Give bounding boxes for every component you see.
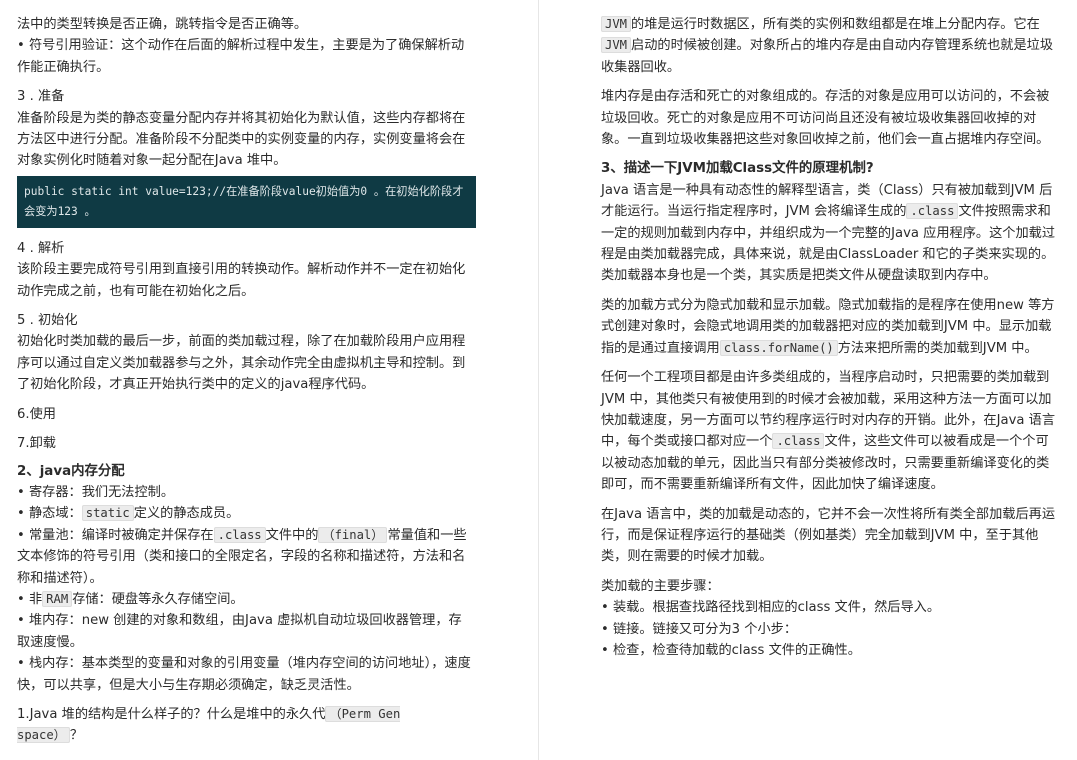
paragraph: 在Java 语言中，类的加载是动态的，它并不会一次性将所有类全部加载后再运行，而… (601, 506, 1056, 565)
paragraph: 该阶段主要完成符号引用到直接引用的转换动作。解析动作并不一定在初始化动作完成之前… (17, 262, 466, 299)
inline-code: JVM (601, 37, 632, 54)
bullet-item: 装载。根据查找路径找到相应的class 文件，然后导入。 (601, 597, 1059, 618)
paragraph: JVM 的堆是运行时数据区，所有类的实例和数组都是在堆上分配内存。它在JVM 启动的… (601, 14, 1059, 78)
code-block: public static int value=123;//在准备阶段value… (17, 175, 476, 228)
text: 文件中的 (265, 527, 319, 543)
paragraph: 堆内存是由存活和死亡的对象组成的。存活的对象是应用可以访问的，不会被垃圾回收。死… (601, 89, 1050, 148)
paragraph: 初始化时类加载的最后一步，前面的类加载过程，除了在加载阶段用户应用程序可以通过自… (17, 334, 466, 393)
right-page: JVM 的堆是运行时数据区，所有类的实例和数组都是在堆上分配内存。它在JVM 启动的… (539, 0, 1077, 760)
section-title: 3、描述一下JVM加载Class文件的原理机制? (601, 161, 874, 177)
left-page: 法中的类型转换是否正确，跳转指令是否正确等。 符号引用验证：这个动作在后面的解析… (0, 0, 538, 760)
paragraph: 准备阶段是为类的静态变量分配内存并将其初始化为默认值，这些内存都将在方法区中进行… (17, 110, 466, 169)
text: 非 (28, 591, 43, 607)
text: 存储：硬盘等永久存储空间。 (72, 591, 244, 607)
section-heading: 6.使用 (17, 406, 56, 422)
bullet-item: 符号引用验证：这个动作在后面的解析过程中发生，主要是为了确保解析动作能正确执行。 (17, 35, 472, 78)
paragraph: 任何一个工程项目都是由许多类组成的，当程序启动时，只把需要的类加载到JVM 中，… (601, 367, 1059, 495)
section-heading: 3 . 准备 (17, 89, 65, 105)
inline-code: （final） (318, 526, 388, 543)
bullet-item: 静态域：static定义的静态成员。 (17, 503, 472, 524)
inline-code: .class (772, 433, 825, 450)
question: 1.Java 堆的结构是什么样子的？什么是堆中的永久代 （Perm Gen spa… (17, 704, 472, 747)
text: 启动的时候被创建。对象所占的堆内存是由自动内存管理系统也就是垃圾收集器回收。 (601, 38, 1054, 75)
inline-code: JVM (601, 16, 632, 32)
inline-code: class.forName() (719, 339, 838, 356)
text: 方法来把所需的类加载到JVM 中。 (837, 340, 1038, 356)
section-heading: 4 . 解析 (17, 240, 65, 256)
bullet-item: 寄存器：我们无法控制。 (17, 482, 472, 503)
bullet-item: 常量池：编译时被确定并保存在.class文件中的（final）常量值和一些文本修… (17, 525, 472, 589)
inline-code: .class (213, 526, 266, 543)
bullet-item: 链接。链接又可分为3 个小步： (601, 619, 1059, 640)
section-title: 2、java内存分配 (17, 463, 125, 479)
bullet-item: 检查，检查待加载的class 文件的正确性。 (601, 640, 1059, 661)
bullet-item: 非RAM存储：硬盘等永久存储空间。 (17, 589, 472, 610)
paragraph: Java 语言是一种具有动态性的解释型语言，类（Class）只有被加载到JVM … (601, 180, 1059, 287)
paragraph: 法中的类型转换是否正确，跳转指令是否正确等。 (17, 17, 308, 32)
text: 常量池：编译时被确定并保存在 (28, 527, 214, 543)
bullet-item: 栈内存：基本类型的变量和对象的引用变量（堆内存空间的访问地址），速度快，可以共享… (17, 653, 472, 696)
bullet-item: 堆内存：new 创建的对象和数组，由Java 虚拟机自动垃圾回收器管理，存取速度… (17, 610, 472, 653)
inline-code: static (81, 505, 134, 522)
inline-code: RAM (42, 590, 73, 607)
section-heading: 5 . 初始化 (17, 313, 78, 329)
section-heading: 7.卸载 (17, 436, 56, 452)
text: 静态域： (28, 506, 82, 522)
text: 的堆是运行时数据区，所有类的实例和数组都是在堆上分配内存。它在 (631, 17, 1040, 32)
inline-code: .class (906, 203, 959, 220)
text: ？ (69, 728, 84, 744)
text: 1.Java 堆的结构是什么样子的？什么是堆中的永久代 (17, 706, 326, 722)
text: 定义的静态成员。 (133, 506, 240, 522)
paragraph: 类加载的主要步骤： (601, 578, 720, 594)
paragraph: 类的加载方式分为隐式加载和显示加载。隐式加载指的是程序在使用new 等方式创建对… (601, 295, 1059, 359)
